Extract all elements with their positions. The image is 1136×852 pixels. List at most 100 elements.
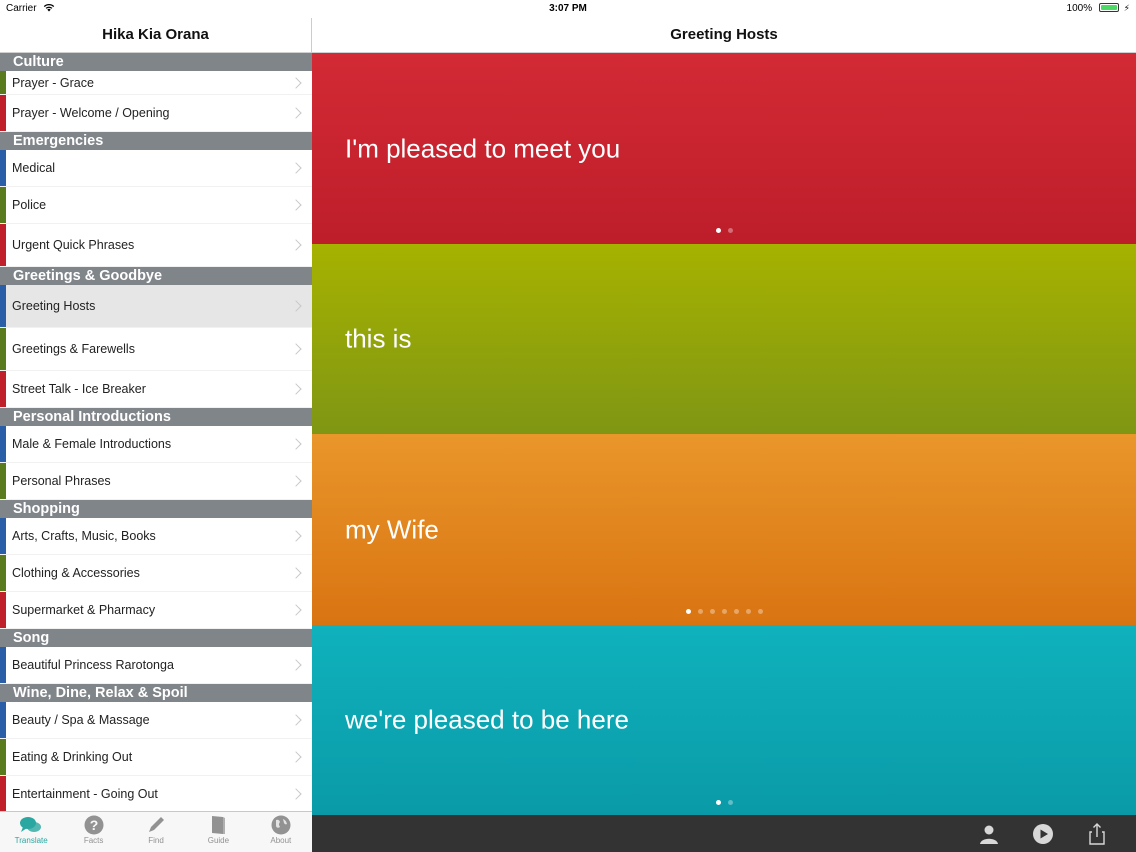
category-color-stripe [0, 592, 6, 628]
category-color-stripe [0, 371, 6, 407]
list-item[interactable]: Beautiful Princess Rarotonga [0, 647, 312, 684]
list-item[interactable]: Street Talk - Ice Breaker [0, 371, 312, 408]
page-indicator[interactable] [312, 228, 1136, 233]
list-item[interactable]: Male & Female Introductions [0, 426, 312, 463]
question-icon: ? [62, 815, 124, 835]
list-item[interactable]: Entertainment - Going Out [0, 776, 312, 811]
phrase-text: this is [345, 323, 412, 354]
tab-label: Facts [83, 836, 104, 845]
chevron-right-icon [290, 76, 302, 89]
svg-text:?: ? [89, 817, 98, 833]
phrase-text: I'm pleased to meet you [345, 133, 621, 163]
tab-bar: Translate? Facts Find Guide About [0, 811, 312, 852]
list-item-label: Supermarket & Pharmacy [12, 603, 156, 617]
section-header: Greetings & Goodbye [0, 267, 312, 285]
list-item[interactable]: Prayer - Welcome / Opening [0, 95, 312, 132]
list-item-label: Clothing & Accessories [12, 566, 140, 580]
category-color-stripe [0, 285, 6, 327]
list-item-label: Greeting Hosts [12, 299, 96, 313]
phrase-card[interactable]: my Wife [312, 434, 1136, 625]
chevron-right-icon [290, 438, 302, 450]
phrase-card[interactable]: I'm pleased to meet you [312, 53, 1136, 244]
list-item-label: Prayer - Grace [12, 75, 94, 90]
page-dot [727, 799, 733, 805]
list-item-label: Urgent Quick Phrases [12, 238, 135, 252]
chevron-right-icon [290, 530, 302, 542]
pencil-icon [125, 815, 187, 835]
tab-label: Translate [14, 836, 48, 845]
page-dot [721, 609, 727, 614]
section-header: Emergencies [0, 132, 312, 150]
chevron-right-icon [290, 343, 302, 355]
page-dot [733, 609, 739, 614]
list-item[interactable]: Clothing & Accessories [0, 555, 312, 592]
list-item[interactable]: Beauty / Spa & Massage [0, 702, 312, 739]
list-item[interactable]: Prayer - Grace [0, 71, 312, 95]
page-dot [757, 609, 763, 614]
page-dot [715, 799, 721, 805]
page-dot [685, 609, 691, 614]
page-dot [745, 609, 751, 614]
sidebar-title: Hika Kia Orana [0, 18, 311, 53]
chevron-right-icon [290, 300, 302, 312]
sidebar: Hika Kia Orana Culture Prayer - Grace Pray… [0, 18, 312, 852]
section-header: Wine, Dine, Relax & Spoil [0, 684, 312, 702]
tab-label: About [270, 836, 292, 845]
list-item-label: Personal Phrases [12, 474, 111, 488]
page-dot [715, 228, 721, 233]
list-item-label: Eating & Drinking Out [12, 750, 133, 764]
list-item-label: Beauty / Spa & Massage [12, 713, 150, 727]
status-bar: Carrier 3:07 PM 100% ⚡ [0, 0, 1136, 18]
category-list[interactable]: Culture Prayer - Grace Prayer - Welcome / … [0, 53, 312, 811]
section-header: Personal Introductions [0, 408, 312, 426]
list-item[interactable]: Greetings & Farewells [0, 328, 312, 371]
list-item-label: Arts, Crafts, Music, Books [12, 529, 156, 543]
tab-guide[interactable]: Guide [187, 812, 249, 852]
page-dot [697, 609, 703, 614]
charging-icon: ⚡ [1123, 3, 1130, 13]
play-icon[interactable] [1032, 823, 1054, 845]
section-header: Song [0, 629, 312, 647]
list-item[interactable]: Urgent Quick Phrases [0, 224, 312, 267]
person-icon[interactable] [978, 823, 1000, 845]
category-color-stripe [0, 71, 6, 94]
section-header: Culture [0, 53, 312, 71]
clock: 3:07 PM [549, 3, 587, 14]
list-item[interactable]: Police [0, 187, 312, 224]
chevron-right-icon [290, 239, 302, 251]
list-item[interactable]: Arts, Crafts, Music, Books [0, 518, 312, 555]
share-icon[interactable] [1086, 823, 1108, 845]
main-panel: Greeting Hosts I'm pleased to meet you th… [312, 18, 1136, 852]
list-item-label: Prayer - Welcome / Opening [12, 106, 170, 120]
category-color-stripe [0, 187, 6, 223]
page-indicator[interactable] [312, 799, 1136, 805]
category-color-stripe [0, 518, 6, 554]
category-color-stripe [0, 150, 6, 186]
phrase-card[interactable]: this is [312, 243, 1136, 435]
tab-find[interactable]: Find [125, 812, 187, 852]
category-color-stripe [0, 463, 6, 499]
tab-translate[interactable]: Translate [0, 812, 62, 852]
tab-about[interactable]: About [250, 812, 312, 852]
tab-label: Find [148, 836, 164, 845]
battery-icon [1098, 3, 1119, 12]
list-item[interactable]: Greeting Hosts [0, 285, 312, 328]
bottom-toolbar [312, 815, 1136, 852]
category-color-stripe [0, 702, 6, 738]
phrase-text: we're pleased to be here [345, 704, 629, 735]
chevron-right-icon [290, 751, 302, 763]
page-indicator[interactable] [312, 609, 1136, 614]
list-item[interactable]: Medical [0, 150, 312, 187]
list-item[interactable]: Personal Phrases [0, 463, 312, 500]
chevron-right-icon [290, 162, 302, 174]
list-item[interactable]: Eating & Drinking Out [0, 739, 312, 776]
chevron-right-icon [290, 714, 302, 726]
phrase-card[interactable]: we're pleased to be here [312, 624, 1136, 816]
list-item[interactable]: Supermarket & Pharmacy [0, 592, 312, 629]
page-dot [709, 609, 715, 614]
tab-facts[interactable]: ? Facts [62, 812, 124, 852]
category-color-stripe [0, 426, 6, 462]
list-item-label: Street Talk - Ice Breaker [12, 382, 146, 396]
list-item-label: Police [12, 198, 47, 212]
page-dot [727, 228, 733, 233]
